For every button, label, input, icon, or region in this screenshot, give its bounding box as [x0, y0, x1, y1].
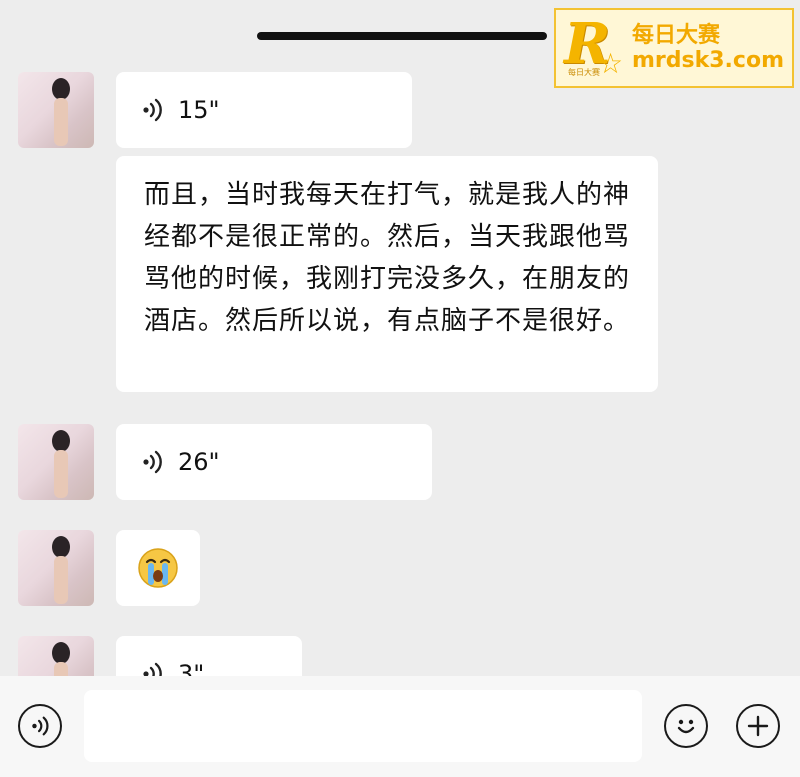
voice-wave-icon — [143, 450, 162, 474]
watermark: R ☆ 每日大赛 每日大赛 mrdsk3.com — [554, 8, 794, 88]
watermark-logo: R ☆ 每日大赛 — [564, 11, 624, 80]
voice-duration: 26" — [178, 448, 220, 476]
watermark-url: mrdsk3.com — [632, 48, 784, 73]
more-button[interactable] — [736, 704, 780, 748]
smile-icon — [677, 719, 695, 734]
chat-input-bar — [0, 676, 800, 777]
contact-avatar[interactable] — [18, 530, 94, 606]
text-message[interactable]: 而且，当时我每天在打气，就是我人的神经都不是很正常的。然后，当天我跟他骂骂他的时… — [116, 156, 658, 392]
crying-face-icon — [138, 548, 178, 588]
voice-duration: 15" — [178, 96, 220, 124]
message-input[interactable] — [84, 690, 642, 762]
contact-avatar[interactable] — [18, 424, 94, 500]
chat-screen: R ☆ 每日大赛 每日大赛 mrdsk3.com 15" 而且，当时我每天在打气… — [0, 0, 800, 777]
voice-message[interactable]: 26" — [116, 424, 432, 500]
contact-avatar[interactable] — [18, 72, 94, 148]
voice-wave-icon — [143, 98, 162, 122]
watermark-name: 每日大赛 — [632, 22, 721, 48]
voice-message[interactable]: 15" — [116, 72, 412, 148]
voice-icon — [32, 716, 49, 736]
message-text: 而且，当时我每天在打气，就是我人的神经都不是很正常的。然后，当天我跟他骂骂他的时… — [144, 180, 631, 336]
voice-toggle-button[interactable] — [18, 704, 62, 748]
home-indicator[interactable] — [257, 32, 547, 40]
emoji-button[interactable] — [664, 704, 708, 748]
plus-icon — [747, 715, 769, 737]
emoji-message[interactable] — [116, 530, 200, 606]
